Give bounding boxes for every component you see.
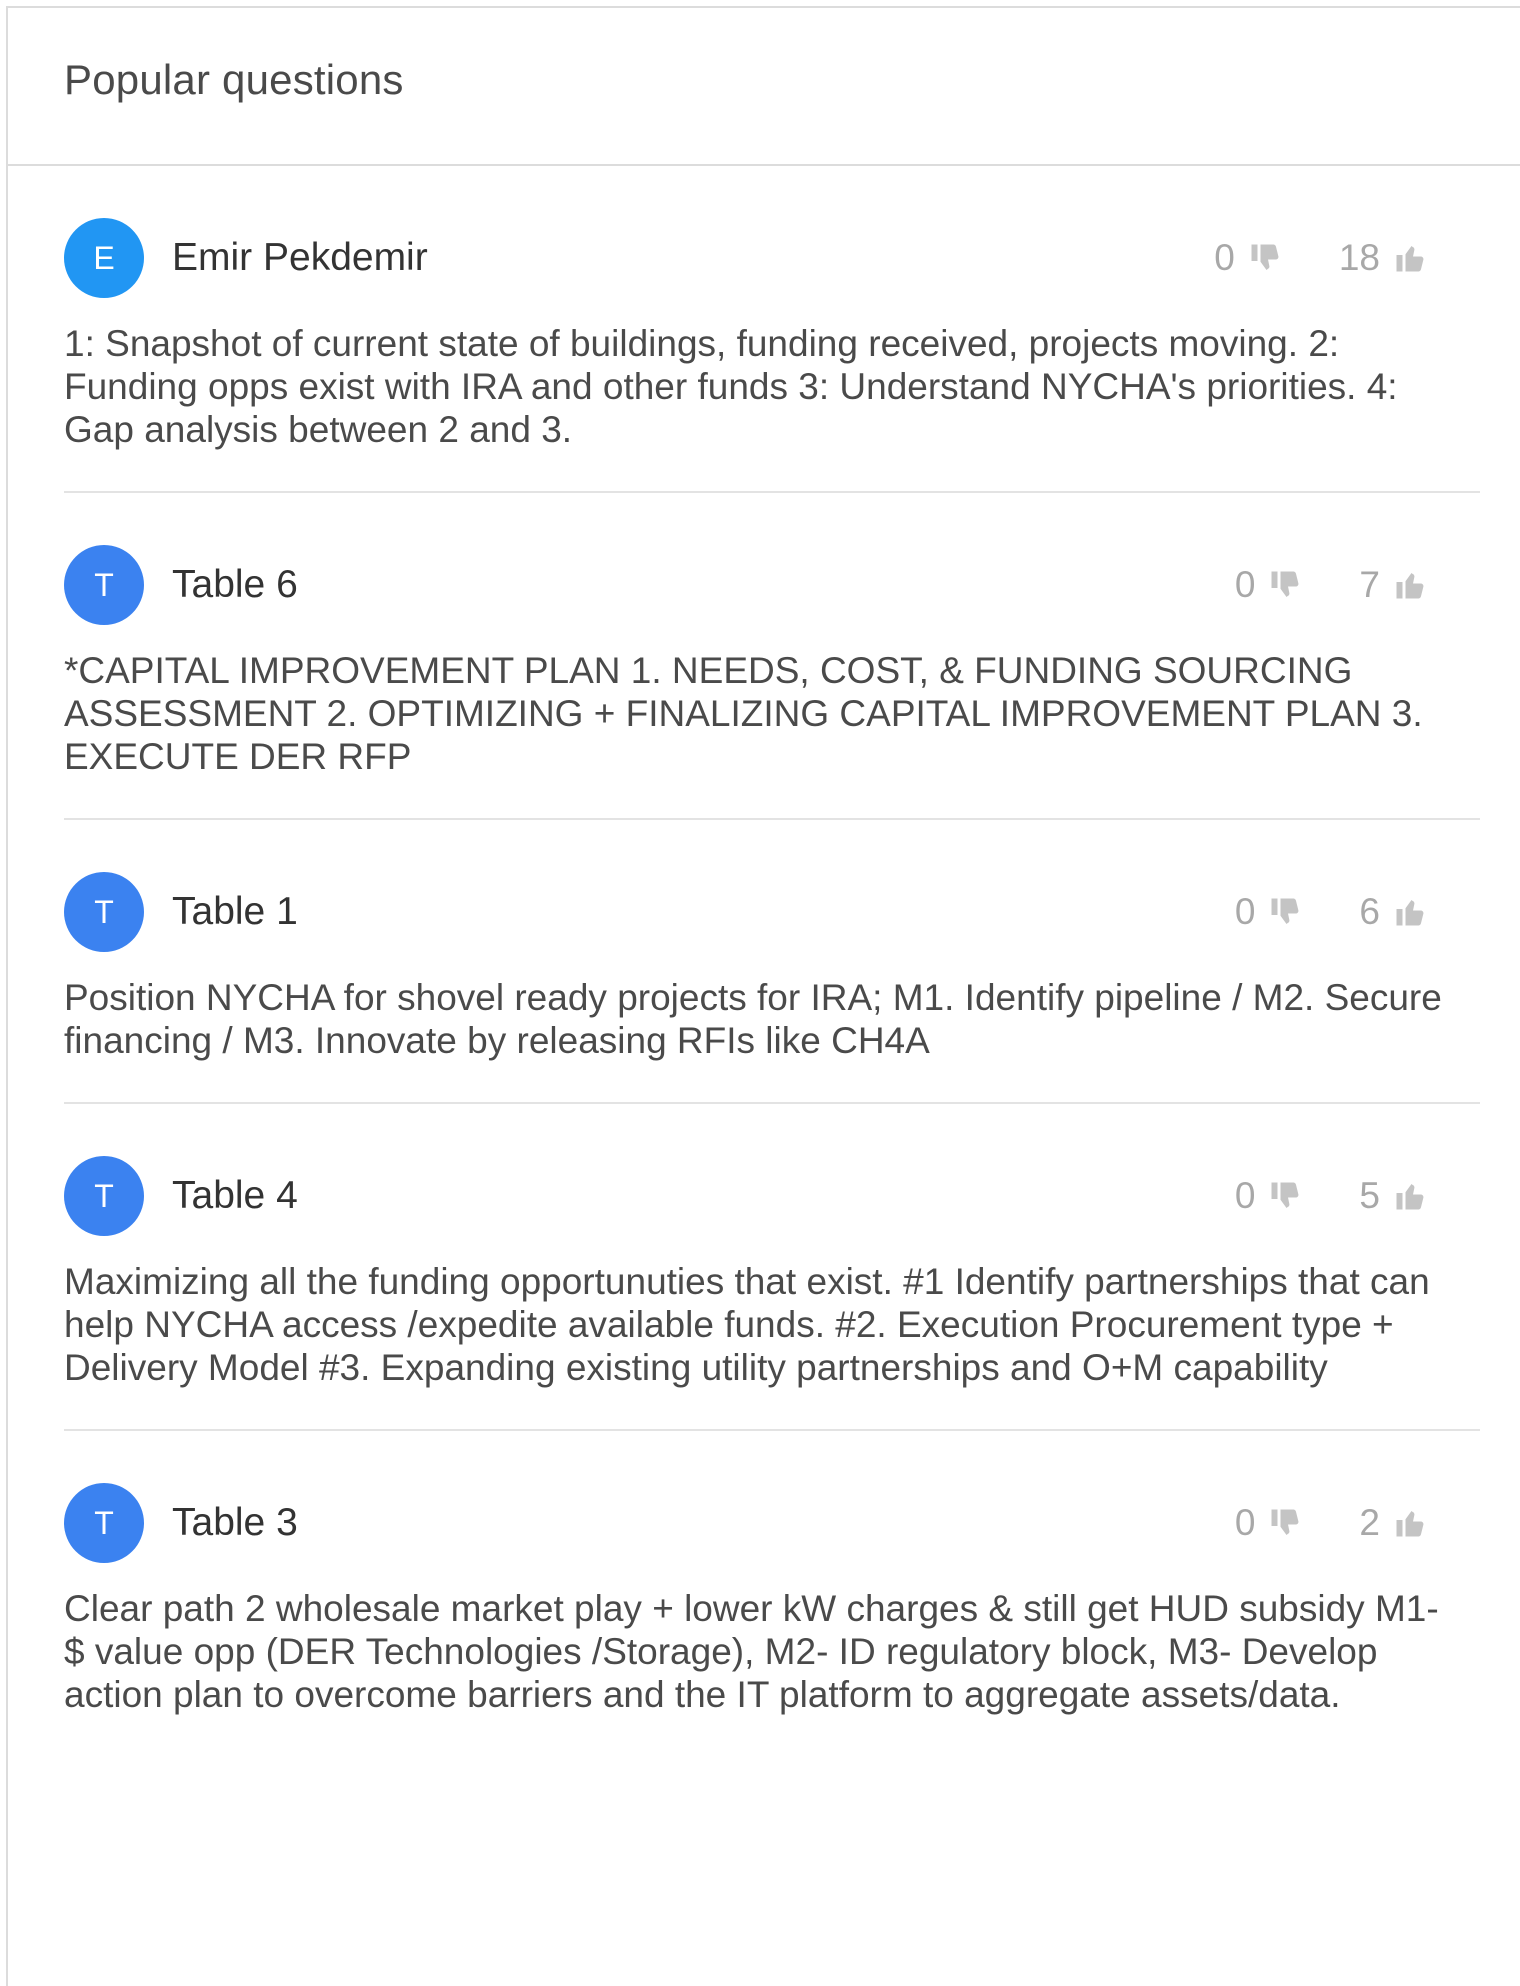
question-item: E Emir Pekdemir 0 18 1: Snapshot of curr… [64,166,1480,493]
upvote-count: 5 [1359,1175,1380,1216]
upvote-button[interactable]: 5 [1359,1175,1428,1217]
avatar: T [64,872,144,952]
question-item: T Table 1 0 6 Position NYCHA for shovel … [64,820,1480,1104]
question-header: T Table 6 0 7 [64,545,1480,625]
downvote-button[interactable]: 0 [1214,237,1283,279]
downvote-count: 0 [1234,891,1256,932]
upvote-count: 6 [1359,891,1380,932]
author-name: Table 1 [172,890,298,933]
question-list: E Emir Pekdemir 0 18 1: Snapshot of curr… [8,166,1480,1756]
thumbs-down-icon [1271,1509,1299,1535]
upvote-button[interactable]: 18 [1339,237,1428,279]
vote-controls: 0 5 [1235,1175,1428,1217]
thumbs-down-icon [1271,571,1299,597]
vote-controls: 0 2 [1235,1502,1428,1544]
thumbs-up-icon [1396,573,1424,599]
downvote-button[interactable]: 0 [1235,891,1304,933]
question-text: Maximizing all the funding opportunuties… [64,1261,1430,1388]
vote-controls: 0 6 [1235,891,1428,933]
downvote-count: 0 [1234,1175,1256,1216]
popular-questions-panel: Popular questions E Emir Pekdemir 0 18 1… [6,6,1520,1986]
question-header: T Table 3 0 2 [64,1483,1480,1563]
thumbs-up-icon [1396,900,1424,926]
thumbs-down-icon [1251,244,1279,270]
author-name: Table 6 [172,563,298,606]
downvote-count: 0 [1234,1502,1256,1543]
upvote-count: 18 [1338,237,1380,278]
downvote-count: 0 [1234,564,1256,605]
upvote-button[interactable]: 2 [1359,1502,1428,1544]
upvote-count: 2 [1359,1502,1380,1543]
question-item: T Table 3 0 2 Clear path 2 wholesale mar… [64,1431,1480,1756]
author-name: Table 4 [172,1174,298,1217]
thumbs-up-icon [1396,246,1424,272]
thumbs-up-icon [1396,1184,1424,1210]
vote-controls: 0 18 [1214,237,1428,279]
downvote-button[interactable]: 0 [1235,1502,1304,1544]
downvote-button[interactable]: 0 [1235,1175,1304,1217]
question-text: Clear path 2 wholesale market play + low… [64,1588,1439,1715]
author-name: Emir Pekdemir [172,236,428,279]
question-text: 1: Snapshot of current state of building… [64,323,1398,450]
question-header: T Table 4 0 5 [64,1156,1480,1236]
thumbs-up-icon [1396,1511,1424,1537]
vote-controls: 0 7 [1235,564,1428,606]
avatar: T [64,545,144,625]
upvote-button[interactable]: 7 [1359,564,1428,606]
upvote-button[interactable]: 6 [1359,891,1428,933]
avatar: T [64,1156,144,1236]
question-item: T Table 6 0 7 *CAPITAL IMPROVEMENT PLAN … [64,493,1480,820]
question-item: T Table 4 0 5 Maximizing all the funding… [64,1104,1480,1431]
avatar: E [64,218,144,298]
question-text: Position NYCHA for shovel ready projects… [64,977,1442,1061]
author-name: Table 3 [172,1501,298,1544]
downvote-count: 0 [1214,237,1235,278]
panel-title: Popular questions [64,56,404,103]
question-header: E Emir Pekdemir 0 18 [64,218,1480,298]
question-text: *CAPITAL IMPROVEMENT PLAN 1. NEEDS, COST… [64,650,1423,777]
thumbs-down-icon [1271,898,1299,924]
panel-header: Popular questions [8,8,1520,166]
question-header: T Table 1 0 6 [64,872,1480,952]
avatar: T [64,1483,144,1563]
thumbs-down-icon [1271,1182,1299,1208]
upvote-count: 7 [1359,564,1380,605]
downvote-button[interactable]: 0 [1235,564,1304,606]
